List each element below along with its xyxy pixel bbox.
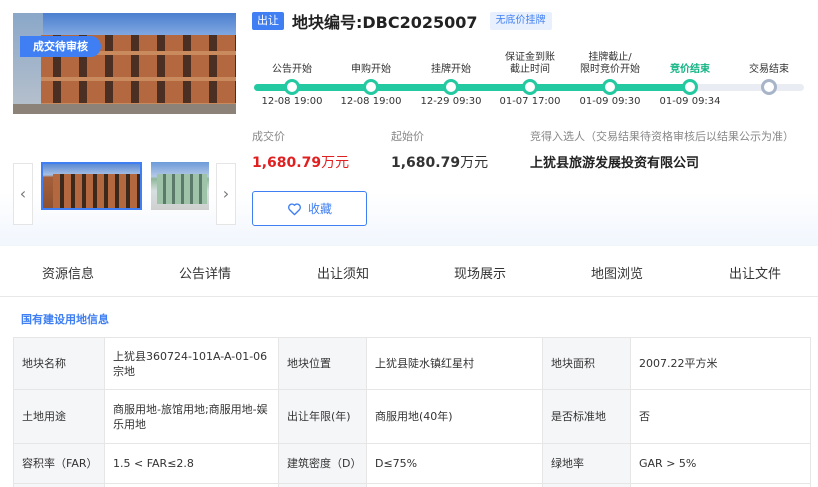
timeline-step-label: 挂牌截止/限时竞价开始: [580, 52, 640, 75]
table-value: 否: [630, 389, 811, 444]
table-key: 容积率（FAR）: [13, 443, 105, 484]
table-value: 上犹县360724-101A-A-01-06宗地: [104, 337, 279, 390]
detail-tabs: 资源信息 公告详情 出让须知 现场展示 地图浏览 出让文件: [0, 255, 818, 297]
tab-site-display[interactable]: 现场展示: [454, 255, 506, 297]
timeline-step-time: 01-09 09:34: [659, 96, 721, 107]
table-value: 1.5 < FAR≤2.8: [104, 443, 279, 484]
transfer-type-badge: 出让: [252, 12, 284, 30]
winner-label: 竞得入选人（交易结果待资格审核后以结果公示为准）: [530, 130, 794, 143]
parcel-summary: 成交待审核 ‹ › 出让 地块编号:DBC2025007 无底价挂牌 公告开始 1…: [0, 0, 818, 246]
completed-step-dot: [443, 79, 459, 95]
thumbnail-1[interactable]: [41, 162, 142, 210]
land-info-table: 地块名称 上犹县360724-101A-A-01-06宗地 地块位置 上犹县陡水…: [13, 337, 811, 487]
deal-price-label: 成交价: [252, 130, 285, 143]
table-key: 土地用途: [13, 389, 105, 444]
start-price: 起始价 1,680.79万元: [391, 128, 488, 172]
timeline-step-time: 12-29 09:30: [420, 96, 482, 107]
table-value: 商服用地-旅馆用地;商服用地-娱乐用地: [104, 389, 279, 444]
tab-transfer-files[interactable]: 出让文件: [729, 255, 781, 297]
timeline-step-label: 竞价结束: [670, 64, 710, 75]
progress-timeline: 公告开始 12-08 19:00 申购开始 12-08 19:00 挂牌开始 12-29 …: [252, 44, 808, 114]
timeline-step-time: 12-08 19:00: [261, 96, 323, 107]
table-row: 土地用途 商服用地-旅馆用地;商服用地-娱乐用地 出让年限(年) 商服用地(40…: [13, 389, 811, 444]
table-value: 2007.22平方米: [630, 337, 811, 390]
start-price-value: 1,680.79: [391, 155, 461, 171]
thumbnail-2[interactable]: [151, 162, 209, 210]
table-value: D≤75%: [366, 443, 543, 484]
page-title: 地块编号:DBC2025007: [292, 13, 478, 32]
table-row: 容积率（FAR） 1.5 < FAR≤2.8 建筑密度（D） D≤75% 绿地率…: [13, 443, 811, 484]
pending-step-dot: [761, 79, 777, 95]
deal-price-unit: 万元: [321, 155, 350, 171]
table-row: 地块名称 上犹县360724-101A-A-01-06宗地 地块位置 上犹县陡水…: [13, 337, 811, 390]
table-key: 出让年限(年): [278, 389, 367, 444]
completed-step-dot: [522, 79, 538, 95]
chevron-left-icon: ‹: [19, 184, 27, 203]
tab-announcement[interactable]: 公告详情: [179, 255, 231, 297]
timeline-progress: [254, 84, 689, 91]
timeline-step-time: 01-09 09:30: [579, 96, 641, 107]
tab-resource-info[interactable]: 资源信息: [42, 255, 94, 297]
favorite-button[interactable]: 收藏: [252, 191, 367, 226]
timeline-step-label: 申购开始: [351, 64, 391, 75]
winner-value: 上犹县旅游发展投资有限公司: [530, 156, 700, 171]
heart-outline-icon: [288, 202, 301, 215]
chevron-right-icon: ›: [222, 184, 230, 203]
timeline-step-time: 01-07 17:00: [499, 96, 561, 107]
thumb-prev-button[interactable]: ‹: [13, 163, 33, 225]
timeline-step-time: 12-08 19:00: [340, 96, 402, 107]
tab-transfer-notice[interactable]: 出让须知: [317, 255, 369, 297]
completed-step-dot: [363, 79, 379, 95]
status-tag: 成交待审核: [20, 36, 101, 57]
main-photo[interactable]: 成交待审核: [13, 13, 236, 114]
table-key: 地块名称: [13, 337, 105, 390]
table-key: 地块位置: [278, 337, 367, 390]
completed-step-dot: [602, 79, 618, 95]
timeline-step-label: 挂牌开始: [431, 64, 471, 75]
table-row: [13, 483, 811, 487]
deal-price-value: 1,680.79: [252, 155, 322, 171]
section-title: 国有建设用地信息: [21, 313, 109, 326]
timeline-step-label: 保证金到账 截止时间: [505, 52, 555, 75]
table-key: 是否标准地: [542, 389, 631, 444]
favorite-label: 收藏: [307, 202, 332, 216]
completed-step-dot: [682, 79, 698, 95]
no-floor-price-badge: 无底价挂牌: [489, 12, 552, 30]
timeline-step-label: 公告开始: [272, 64, 312, 75]
table-value: GAR > 5%: [630, 443, 811, 484]
thumb-next-button[interactable]: ›: [216, 163, 236, 225]
timeline-step-label: 交易结束: [749, 64, 789, 75]
table-key: 地块面积: [542, 337, 631, 390]
tab-map-browse[interactable]: 地图浏览: [591, 255, 643, 297]
start-price-unit: 万元: [460, 155, 489, 171]
winner: 竞得入选人（交易结果待资格审核后以结果公示为准） 上犹县旅游发展投资有限公司: [530, 128, 794, 171]
table-key: 建筑密度（D）: [278, 443, 367, 484]
table-value: 上犹县陡水镇红星村: [366, 337, 543, 390]
completed-step-dot: [284, 79, 300, 95]
table-key: 绿地率: [542, 443, 631, 484]
start-price-label: 起始价: [391, 130, 424, 143]
title-row: 出让 地块编号:DBC2025007 无底价挂牌: [252, 10, 552, 32]
table-value: 商服用地(40年): [366, 389, 543, 444]
deal-price: 成交价 1,680.79万元: [252, 128, 349, 172]
